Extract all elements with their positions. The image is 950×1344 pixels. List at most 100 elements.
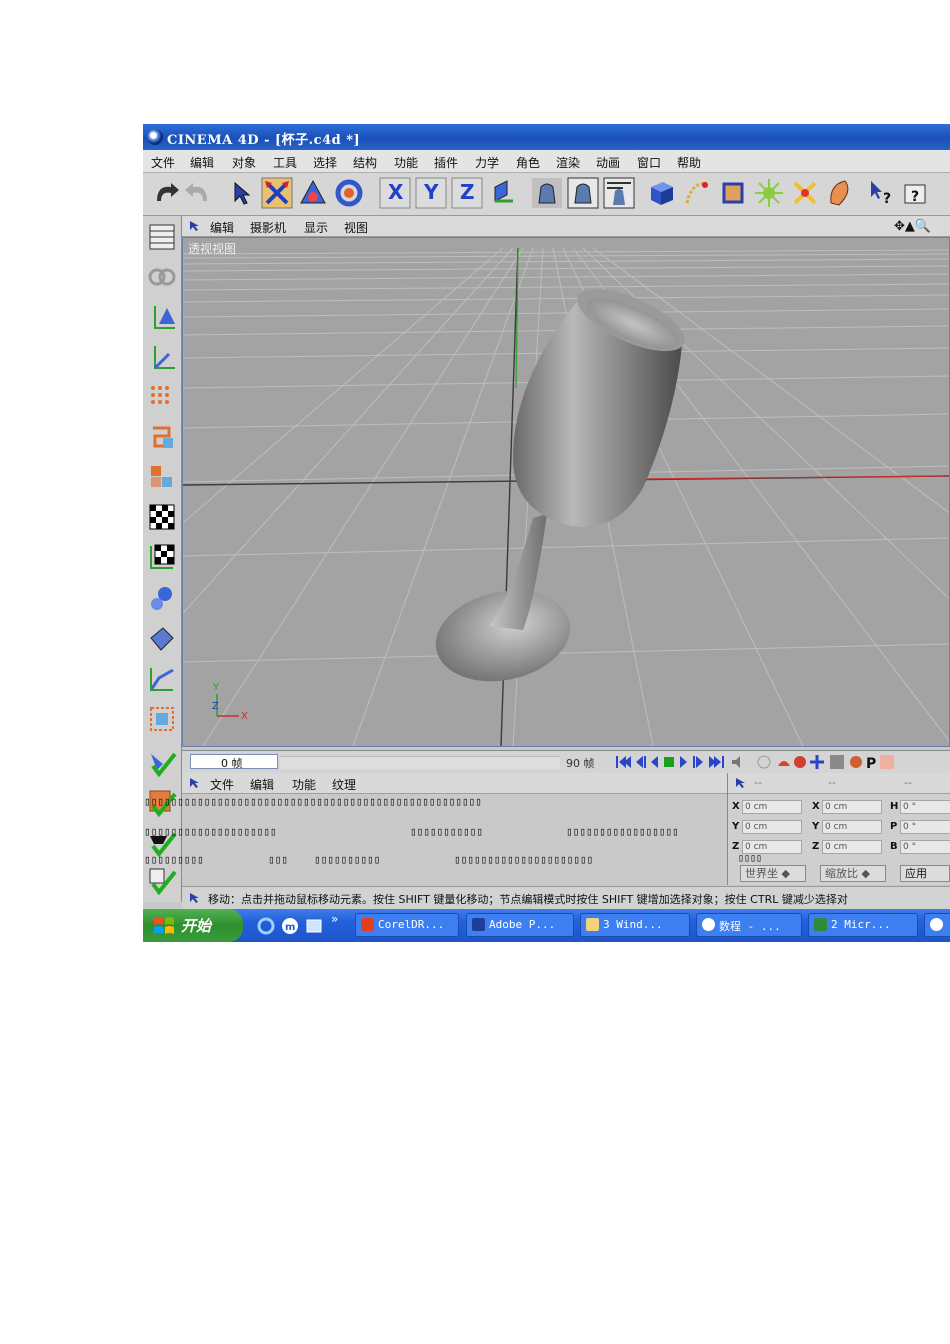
size-x-field[interactable]: 0 cm bbox=[822, 800, 882, 814]
viewport-menu-view[interactable]: 视图 bbox=[344, 219, 368, 236]
menu-plugins[interactable]: 插件 bbox=[434, 154, 458, 171]
z-axis-lock-icon[interactable]: Z bbox=[451, 177, 483, 209]
keyframe-selection-icon[interactable] bbox=[794, 756, 806, 768]
size-z-field[interactable]: 0 cm bbox=[822, 840, 882, 854]
pointer-help-icon[interactable]: ? bbox=[865, 177, 897, 209]
motion-path-icon[interactable] bbox=[147, 704, 177, 734]
ik-chain-icon[interactable] bbox=[147, 664, 177, 694]
menu-object[interactable]: 对象 bbox=[232, 154, 256, 171]
next-key-icon[interactable] bbox=[693, 756, 703, 768]
redo-icon[interactable] bbox=[183, 177, 215, 209]
taskbar-item-windows-explorer[interactable]: 3 Wind... bbox=[580, 913, 690, 937]
model-tool-icon[interactable] bbox=[147, 262, 177, 292]
help-icon[interactable]: ? bbox=[901, 177, 933, 209]
maxthon-browser-icon[interactable]: m bbox=[281, 917, 299, 935]
viewport-menu-edit[interactable]: 编辑 bbox=[210, 219, 234, 236]
scale-tool-icon[interactable] bbox=[297, 177, 329, 209]
joint-tool-icon[interactable] bbox=[147, 584, 177, 614]
cube-primitive-icon[interactable] bbox=[645, 177, 677, 209]
y-axis-lock-icon[interactable]: Y bbox=[415, 177, 447, 209]
play-backward-icon[interactable] bbox=[651, 756, 658, 768]
rotation-h-field[interactable]: 0 ° bbox=[900, 800, 950, 814]
coordinates-pin-icon[interactable] bbox=[734, 776, 748, 790]
menu-dynamics[interactable]: 力学 bbox=[475, 154, 499, 171]
menu-help[interactable]: 帮助 bbox=[677, 154, 701, 171]
position-y-field[interactable]: 0 cm bbox=[742, 820, 802, 834]
array-icon[interactable] bbox=[753, 177, 785, 209]
deformer-icon[interactable] bbox=[789, 177, 821, 209]
taskbar-item-tutorial-browser[interactable]: 数程 - ... bbox=[696, 913, 802, 937]
size-y-field[interactable]: 0 cm bbox=[822, 820, 882, 834]
points-axis-icon[interactable] bbox=[147, 342, 177, 372]
position-x-field[interactable]: 0 cm bbox=[742, 800, 802, 814]
nurbs-icon[interactable] bbox=[717, 177, 749, 209]
viewport-navigation-icons[interactable]: ✥▲🔍 bbox=[894, 219, 931, 234]
coordinate-system-icon[interactable] bbox=[487, 177, 519, 209]
material-menu-file[interactable]: 文件 bbox=[210, 776, 234, 793]
taskbar-item-adobe[interactable]: Adobe P... bbox=[466, 913, 574, 937]
menu-tools[interactable]: 工具 bbox=[273, 154, 297, 171]
parameter-key-icon[interactable]: P bbox=[866, 756, 876, 770]
taskbar-item-coreldraw[interactable]: CorelDR... bbox=[355, 913, 459, 937]
polygons-mode-icon[interactable] bbox=[147, 462, 177, 492]
go-to-end-icon[interactable] bbox=[709, 756, 724, 768]
scale-key-icon[interactable] bbox=[830, 755, 844, 769]
render-active-icon[interactable] bbox=[147, 748, 177, 778]
play-forward-icon[interactable] bbox=[680, 756, 687, 768]
rotation-b-field[interactable]: 0 ° bbox=[900, 840, 950, 854]
autokey-icon[interactable] bbox=[778, 761, 790, 766]
viewport-pin-icon[interactable] bbox=[188, 219, 202, 233]
position-key-icon[interactable] bbox=[810, 755, 824, 769]
viewport-menu-camera[interactable]: 摄影机 bbox=[250, 219, 286, 236]
texture-axis-icon[interactable] bbox=[147, 542, 177, 572]
render-view-icon[interactable] bbox=[531, 177, 563, 209]
rotation-key-icon[interactable] bbox=[850, 756, 862, 768]
menu-functions[interactable]: 功能 bbox=[394, 154, 418, 171]
taskbar-item-cinema4d[interactable] bbox=[924, 913, 950, 937]
select-arrow-icon[interactable] bbox=[225, 177, 257, 209]
perspective-viewport[interactable]: Y Z X 透视视图 bbox=[182, 237, 950, 747]
undo-icon[interactable] bbox=[149, 177, 181, 209]
menu-select[interactable]: 选择 bbox=[313, 154, 337, 171]
render-scene-icon[interactable] bbox=[147, 866, 177, 896]
viewport-menu-display[interactable]: 显示 bbox=[304, 219, 328, 236]
show-desktop-icon[interactable] bbox=[305, 917, 323, 935]
current-frame-field[interactable]: 0 帧 bbox=[190, 754, 278, 770]
timeline-track[interactable] bbox=[280, 756, 560, 769]
coordinate-mode-select[interactable]: 世界坐 ◆ bbox=[740, 865, 806, 882]
wine-glass-model[interactable] bbox=[427, 276, 693, 693]
menu-character[interactable]: 角色 bbox=[516, 154, 540, 171]
apply-button[interactable]: 应用 bbox=[900, 865, 950, 882]
menu-file[interactable]: 文件 bbox=[151, 154, 175, 171]
menu-render[interactable]: 渲染 bbox=[556, 154, 580, 171]
render-picture-viewer-icon[interactable] bbox=[567, 177, 599, 209]
point-level-key-icon[interactable] bbox=[880, 755, 894, 769]
scene-object-icon[interactable] bbox=[825, 177, 857, 209]
menu-edit[interactable]: 编辑 bbox=[190, 154, 214, 171]
material-pin-icon[interactable] bbox=[188, 776, 202, 790]
menu-animation[interactable]: 动画 bbox=[596, 154, 620, 171]
go-to-start-icon[interactable] bbox=[616, 756, 631, 768]
texture-mode-icon[interactable] bbox=[147, 502, 177, 532]
rotation-p-field[interactable]: 0 ° bbox=[900, 820, 950, 834]
material-menu-edit[interactable]: 编辑 bbox=[250, 776, 274, 793]
internet-explorer-icon[interactable] bbox=[257, 917, 275, 935]
previous-key-icon[interactable] bbox=[636, 756, 646, 768]
menu-structure[interactable]: 结构 bbox=[353, 154, 377, 171]
stop-icon[interactable] bbox=[664, 757, 674, 767]
material-menu-function[interactable]: 功能 bbox=[292, 776, 316, 793]
bone-tool-icon[interactable] bbox=[147, 624, 177, 654]
points-mode-icon[interactable] bbox=[147, 382, 177, 412]
record-icon[interactable] bbox=[757, 755, 771, 769]
render-settings-icon[interactable] bbox=[603, 177, 635, 209]
position-z-field[interactable]: 0 cm bbox=[742, 840, 802, 854]
object-axis-icon[interactable] bbox=[147, 302, 177, 332]
material-menu-texture[interactable]: 纹理 bbox=[332, 776, 356, 793]
scale-mode-select[interactable]: 缩放比 ◆ bbox=[820, 865, 886, 882]
taskbar-item-microsoft[interactable]: 2 Micr... bbox=[808, 913, 918, 937]
x-axis-lock-icon[interactable]: X bbox=[379, 177, 411, 209]
rotate-tool-icon[interactable] bbox=[333, 177, 365, 209]
start-button[interactable]: 开始 bbox=[143, 909, 243, 942]
quicklaunch-more-chevron[interactable]: » bbox=[331, 912, 338, 926]
menu-window[interactable]: 窗口 bbox=[637, 154, 661, 171]
